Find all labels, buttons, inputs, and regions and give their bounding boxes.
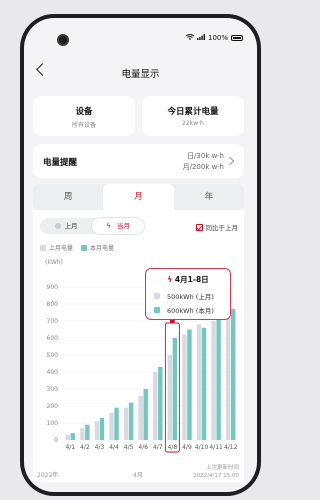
segment-this-month-label: 当月 <box>116 222 130 230</box>
page-title: 电量显示 <box>121 69 160 80</box>
phone-frame: 100% 电量显示 设备 所有设备 今日累计电量 22kw·h 电量提醒 日/3… <box>20 14 261 496</box>
bar-this-month <box>158 366 163 440</box>
bar-prev-month <box>196 324 202 440</box>
usage-reminder-label: 电量提醒 <box>43 158 78 168</box>
y-axis-unit: (kWh) <box>45 259 63 266</box>
compare-label: 同比于上月 <box>205 224 239 232</box>
x-tick-label: 4/5 <box>124 444 134 451</box>
lightning-icon: ϟ <box>106 222 111 230</box>
bar-prev-month <box>211 321 216 440</box>
camera-icon <box>57 34 69 46</box>
chart-tooltip: ϟ 4月1-8日 500kWh (上月) 600kWh (本月) <box>145 268 231 320</box>
chart-panel: 上月 ϟ 当月 同比于上月 上月电量 本月电量 (kWh) 0 100 200 300 40… <box>33 210 244 482</box>
status-bar: 100% <box>185 34 243 42</box>
y-tick-label: 500 <box>47 352 59 359</box>
bar-prev-month <box>80 428 85 440</box>
bar-prev-month <box>109 412 114 440</box>
bar-prev-month <box>94 421 100 440</box>
highlight-box <box>164 322 180 453</box>
y-tick-label: 800 <box>47 301 59 308</box>
daily-limit: 日/30k w·h <box>187 152 224 160</box>
x-tick-label: 4/7 <box>153 444 163 451</box>
bar-prev-month <box>138 395 143 440</box>
wifi-icon <box>185 34 195 42</box>
bar-this-month <box>99 417 105 440</box>
bar-this-month <box>231 309 236 440</box>
tab-week[interactable]: 周 <box>33 184 103 210</box>
segment-last-month[interactable]: 上月 <box>40 218 92 234</box>
bar-this-month <box>114 407 119 440</box>
bar-this-month <box>172 338 178 440</box>
battery-icon <box>231 35 243 41</box>
usage-reminder-card[interactable]: 电量提醒 日/30k w·h 月/200k w·h <box>33 144 244 178</box>
bar-this-month <box>70 433 75 440</box>
battery-percentage: 100% <box>207 34 228 42</box>
x-tick-label: 4/3 <box>95 444 105 451</box>
bar-this-month <box>201 327 207 440</box>
chevron-right-icon <box>225 156 235 166</box>
tooltip-curr-swatch <box>154 307 160 313</box>
x-tick-label: 4/9 <box>182 444 192 451</box>
bar-prev-month <box>226 314 231 440</box>
monthly-limit: 月/200k w·h <box>182 163 224 171</box>
bar-prev-month <box>182 334 187 440</box>
device-title: 设备 <box>75 107 93 117</box>
checkbox-icon[interactable] <box>195 223 203 231</box>
compare-toggle[interactable]: 同比于上月 <box>195 222 239 232</box>
bar-this-month <box>143 389 148 440</box>
bar-this-month <box>128 402 134 440</box>
period-tabs: 周 月 年 <box>33 184 244 210</box>
tooltip-prev-row: 500kWh (上月) <box>154 291 214 301</box>
bar-this-month <box>216 317 221 440</box>
y-tick-label: 900 <box>47 284 59 291</box>
footer-year: 2022年 <box>37 471 58 479</box>
y-tick-label: 700 <box>47 318 59 325</box>
footer-update-time: 2022/4/17 15:00 <box>193 473 239 479</box>
usage-reminder-values: 日/30k w·h 月/200k w·h <box>183 151 224 173</box>
month-segment-control: 上月 ϟ 当月 <box>40 218 144 234</box>
x-tick-label: 4/12 <box>224 444 238 451</box>
footer-update-label: 上次更新时间 <box>206 463 239 471</box>
tab-year[interactable]: 年 <box>174 184 244 210</box>
x-tick-label: 4/1 <box>65 444 75 451</box>
gray-dot-icon <box>54 223 61 229</box>
bar-this-month <box>85 424 90 440</box>
y-tick-label: 600 <box>47 335 59 342</box>
footer-month: 4月 <box>133 472 143 479</box>
today-usage-card[interactable]: 今日累计电量 22kw·h <box>142 96 244 136</box>
today-usage-value: 22kw·h <box>182 120 204 127</box>
tab-month[interactable]: 月 <box>103 184 174 210</box>
x-tick-label: 4/8 <box>168 444 178 451</box>
bar-prev-month <box>123 407 129 440</box>
tooltip-curr-value: 600kWh (本月) <box>167 307 214 315</box>
y-tick-label: 0 <box>54 437 58 444</box>
device-card[interactable]: 设备 所有设备 <box>33 96 135 136</box>
lightning-icon: ϟ <box>167 275 173 284</box>
segment-this-month[interactable]: ϟ 当月 <box>92 218 144 234</box>
x-tick-label: 4/10 <box>195 444 209 451</box>
signal-icon <box>196 34 205 42</box>
bar-this-month <box>187 329 192 440</box>
screen: 100% 电量显示 设备 所有设备 今日累计电量 22kw·h 电量提醒 日/3… <box>24 18 257 492</box>
y-tick-label: 200 <box>47 403 59 410</box>
tooltip-prev-swatch <box>154 293 160 299</box>
tooltip-title: ϟ 4月1-8日 <box>146 274 230 285</box>
y-tick-label: 100 <box>47 420 59 427</box>
x-tick-label: 4/4 <box>109 444 119 451</box>
y-tick-label: 400 <box>47 369 59 376</box>
bar-prev-month <box>153 372 158 440</box>
bar-prev-month <box>65 434 70 440</box>
y-tick-label: 300 <box>47 386 59 393</box>
x-tick-label: 4/2 <box>80 444 90 451</box>
x-tick-label: 4/6 <box>138 444 148 451</box>
device-subtitle: 所有设备 <box>71 122 96 129</box>
segment-last-month-label: 上月 <box>64 222 78 230</box>
today-usage-title: 今日累计电量 <box>167 107 219 117</box>
tooltip-prev-value: 500kWh (上月) <box>167 293 214 301</box>
tooltip-title-text: 4月1-8日 <box>174 275 209 284</box>
tooltip-curr-row: 600kWh (本月) <box>154 305 214 315</box>
bar-prev-month <box>167 355 173 440</box>
x-tick-label: 4/11 <box>209 444 223 451</box>
top-bar: 电量显示 <box>24 60 257 84</box>
